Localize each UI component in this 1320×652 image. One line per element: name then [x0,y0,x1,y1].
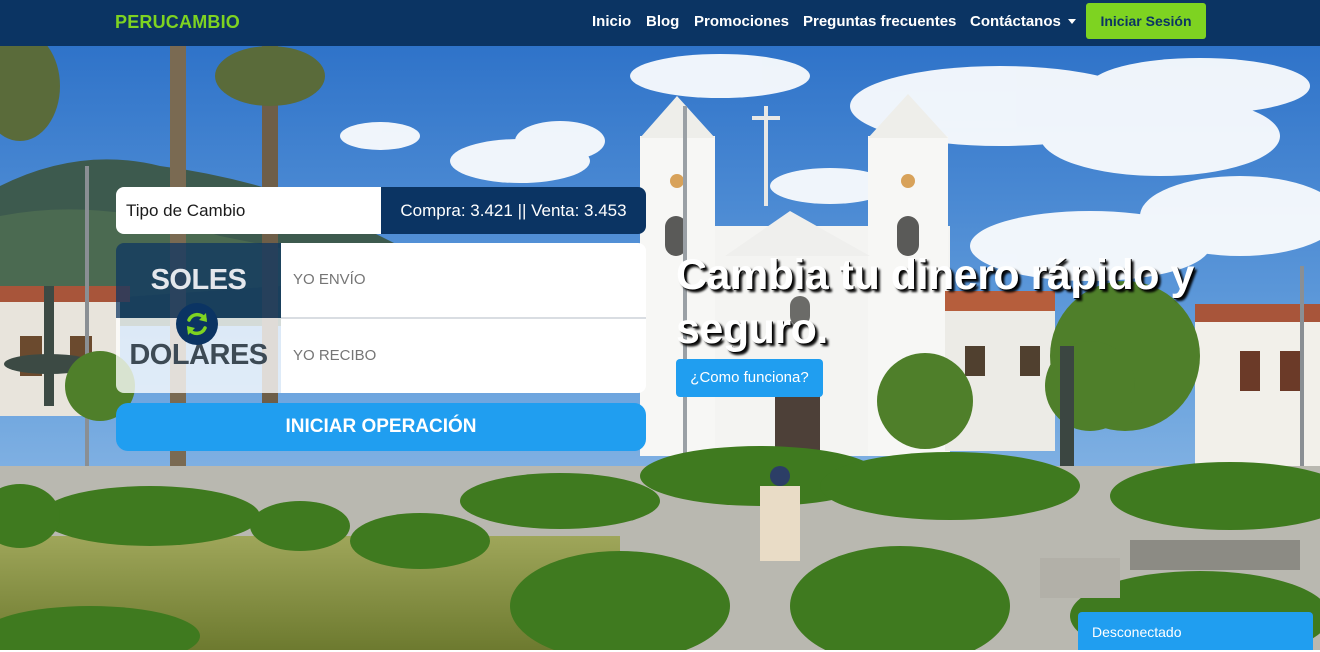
nav-promociones[interactable]: Promociones [694,13,789,30]
start-operation-button[interactable]: INICIAR OPERACIÓN [116,403,646,451]
hero-headline: Cambia tu dinero rápido y seguro. [676,251,1194,353]
send-amount-input[interactable] [281,243,646,317]
receive-amount-input[interactable] [281,319,646,393]
currency-converter: SOLES DOLARES [116,243,646,393]
nav-contactanos[interactable]: Contáctanos [970,13,1061,30]
nav-preguntas-frecuentes[interactable]: Preguntas frecuentes [803,13,956,30]
refresh-icon [187,312,207,336]
nav-inicio[interactable]: Inicio [592,13,631,30]
navbar: PERUCAMBIO Inicio Blog Promociones Pregu… [0,0,1320,46]
exchange-rate-label: Tipo de Cambio [116,187,381,234]
exchange-rate-value: Compra: 3.421 || Venta: 3.453 [381,187,646,234]
how-it-works-button[interactable]: ¿Como funciona? [676,359,823,397]
swap-currency-button[interactable] [176,303,218,345]
nav-blog[interactable]: Blog [646,13,679,30]
login-button[interactable]: Iniciar Sesión [1086,3,1206,39]
connection-status-badge[interactable]: Desconectado [1078,612,1313,650]
caret-down-icon[interactable] [1068,19,1076,24]
exchange-rate-bar: Tipo de Cambio Compra: 3.421 || Venta: 3… [116,187,646,234]
brand-logo[interactable]: PERUCAMBIO [115,12,240,33]
